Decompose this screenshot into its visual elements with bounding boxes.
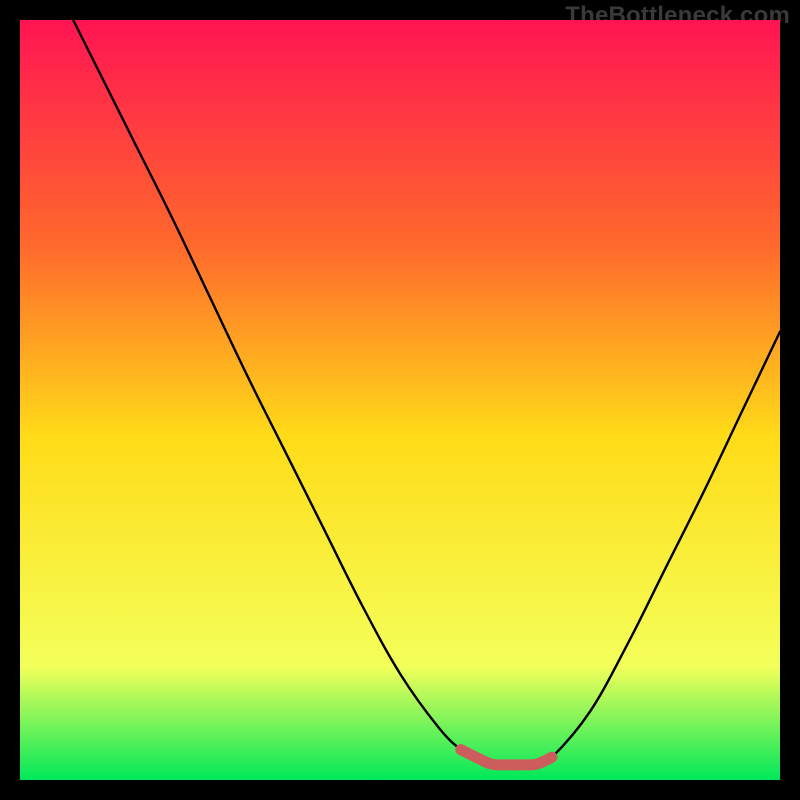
bottleneck-curve-chart (20, 20, 780, 780)
gradient-background (20, 20, 780, 780)
plot-area (20, 20, 780, 780)
chart-stage: TheBottleneck.com (0, 0, 800, 800)
